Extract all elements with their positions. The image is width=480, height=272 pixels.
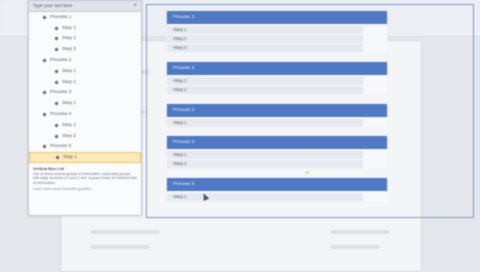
- tree-item-step[interactable]: Step 2: [29, 34, 141, 45]
- tree-item-label: Step 2: [62, 79, 76, 85]
- tree-item-label: Step 3: [62, 47, 76, 53]
- process-header[interactable]: Process 3: [167, 104, 387, 117]
- process-steps: •Step 1: [167, 191, 387, 201]
- close-icon[interactable]: ×: [133, 1, 137, 11]
- text-pane-tree: Process 1 Step 1 Step 2 Step 3 Process 2 Step…: [29, 12, 141, 164]
- step-item[interactable]: •Step 1: [167, 151, 363, 159]
- process-group[interactable]: Process 1 •Step 1 •Step 2 •Step 3: [167, 11, 387, 53]
- bullet-icon: [42, 90, 47, 96]
- text-pane-title: Type your text here ×: [29, 1, 141, 12]
- tree-item-process[interactable]: Process 5: [29, 142, 141, 153]
- background-text-line: [90, 230, 160, 234]
- bullet-icon: [54, 69, 59, 74]
- bullet-icon: [54, 36, 59, 42]
- tree-item-label: Step 1: [62, 101, 76, 107]
- step-item[interactable]: •Step 1: [167, 193, 363, 201]
- tree-item-label: Step 1: [63, 155, 77, 161]
- tree-item-process[interactable]: Process 2: [29, 55, 141, 66]
- bullet-icon: [54, 123, 59, 128]
- process-group[interactable]: Process 4 •Step 1 •Step 2: [167, 136, 387, 169]
- plus-marker-icon: +: [305, 168, 310, 177]
- background-text-line: [90, 245, 150, 249]
- learn-more-link[interactable]: Learn more about SmartArt graphics: [33, 187, 137, 192]
- layout-description: Use to show several groups of informatio…: [33, 171, 137, 185]
- tree-item-label: Process 5: [50, 144, 72, 150]
- text-pane-footer: Vertical Box List Use to show several gr…: [33, 166, 137, 192]
- bullet-icon: [54, 26, 59, 31]
- tree-item-step[interactable]: Step 2: [29, 77, 141, 88]
- step-item[interactable]: •Step 2: [167, 35, 363, 43]
- tree-item-process[interactable]: Process 3: [29, 88, 141, 99]
- step-item[interactable]: •Step 3: [167, 44, 363, 52]
- tree-item-step[interactable]: Step 1: [29, 120, 141, 131]
- process-steps: •Step 1 •Step 2 •Step 3: [167, 24, 387, 52]
- process-steps: •Step 1 •Step 2: [167, 149, 387, 168]
- bullet-icon: [42, 58, 47, 63]
- tree-item-label: Process 4: [50, 112, 72, 118]
- bullet-icon: [42, 15, 47, 20]
- tree-item-label: Step 2: [62, 133, 76, 139]
- bullet-icon: [54, 134, 59, 139]
- background-text-line: [330, 230, 390, 234]
- tree-item-step[interactable]: Step 1: [29, 98, 141, 109]
- tree-item-step[interactable]: Step 3: [29, 44, 141, 55]
- tree-item-process[interactable]: Process 1: [29, 12, 141, 23]
- process-group[interactable]: Process 3 •Step 1: [167, 104, 387, 128]
- tree-item-label: Process 2: [50, 58, 72, 64]
- text-pane: Type your text here × Process 1 Step 1 Ste…: [28, 0, 142, 216]
- bullet-icon: [54, 47, 59, 52]
- step-item[interactable]: •Step 2: [167, 86, 363, 94]
- process-header[interactable]: Process 5: [167, 178, 387, 191]
- tree-item-process[interactable]: Process 4: [29, 109, 141, 120]
- step-item[interactable]: •Step 1: [167, 26, 363, 34]
- process-header[interactable]: Process 4: [167, 136, 387, 149]
- tree-item-step[interactable]: Step 1: [29, 66, 141, 77]
- background-text-line: [330, 245, 380, 249]
- process-header[interactable]: Process 1: [167, 11, 387, 24]
- step-item[interactable]: •Step 1: [167, 119, 363, 127]
- tree-item-label: Process 1: [50, 14, 72, 20]
- process-steps: •Step 1: [167, 117, 387, 127]
- tree-item-label: Step 2: [62, 36, 76, 42]
- tree-item-label: Step 1: [62, 68, 76, 74]
- bullet-icon: [55, 155, 60, 160]
- tree-item-step[interactable]: Step 1: [29, 152, 141, 164]
- tree-item-label: Step 1: [62, 122, 76, 128]
- step-item[interactable]: •Step 1: [167, 77, 363, 85]
- step-item[interactable]: •Step 2: [167, 160, 363, 168]
- process-header[interactable]: Process 2: [167, 62, 387, 75]
- text-pane-title-label: Type your text here: [33, 3, 73, 8]
- process-group[interactable]: Process 2 •Step 1 •Step 2: [167, 62, 387, 95]
- process-steps: •Step 1 •Step 2: [167, 75, 387, 94]
- bullet-icon: [54, 80, 59, 85]
- tree-item-step[interactable]: Step 2: [29, 131, 141, 142]
- tree-item-step[interactable]: Step 1: [29, 23, 141, 34]
- process-group[interactable]: Process 5 •Step 1: [167, 178, 387, 202]
- bullet-icon: [42, 144, 47, 150]
- tree-item-label: Step 1: [62, 25, 76, 31]
- bullet-icon: [54, 101, 59, 106]
- bullet-icon: [42, 112, 47, 117]
- tree-item-label: Process 3: [50, 90, 72, 96]
